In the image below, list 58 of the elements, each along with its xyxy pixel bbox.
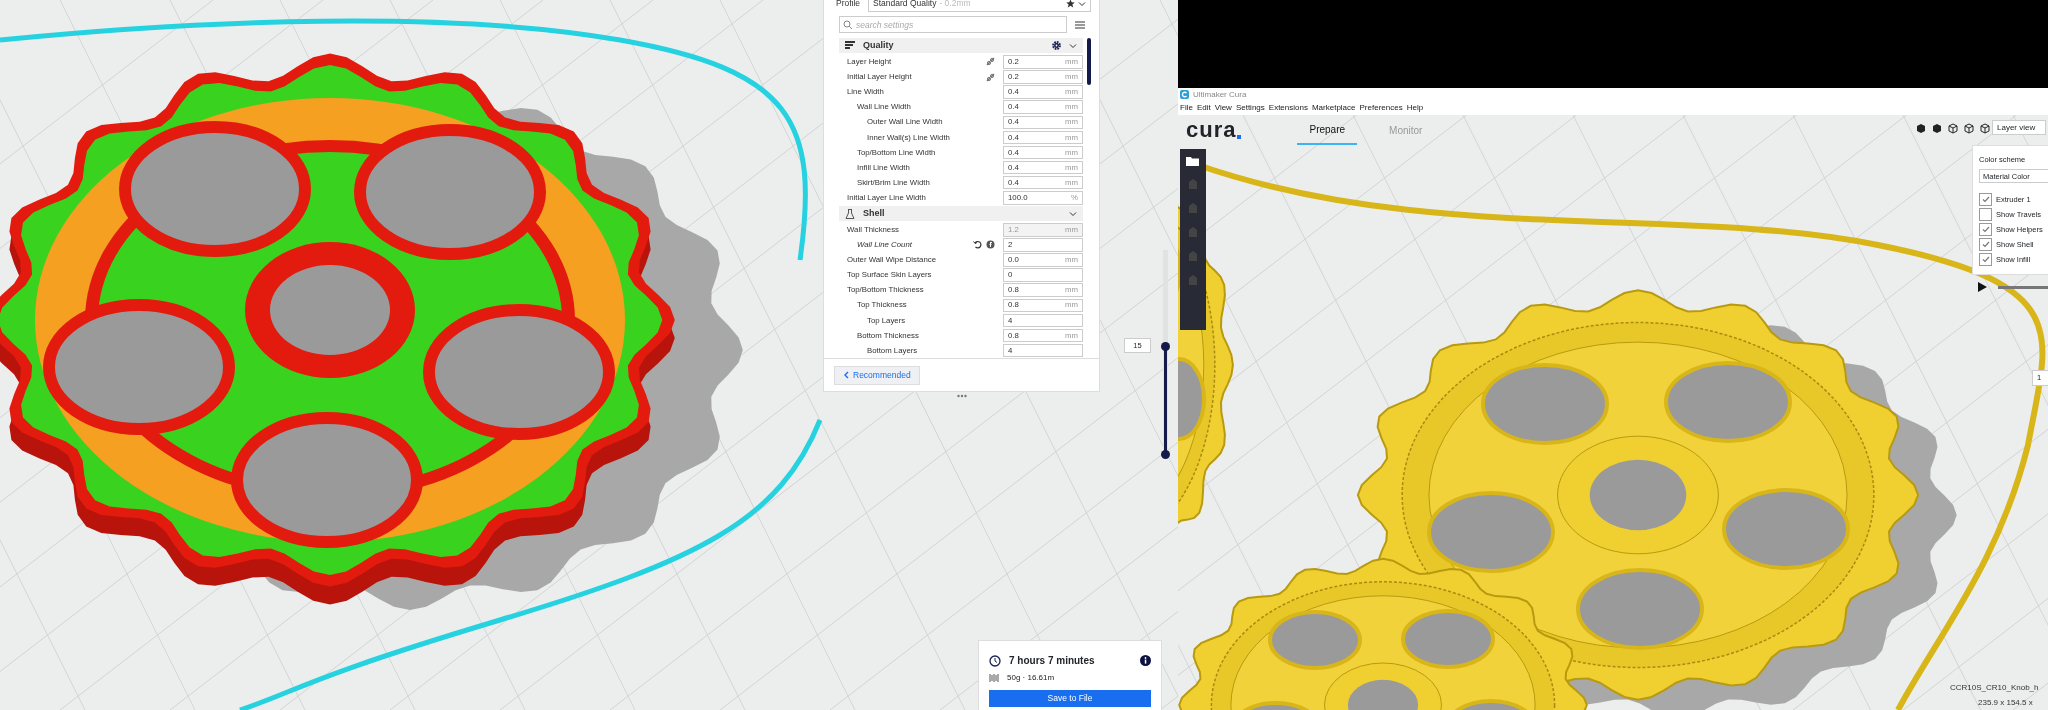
logo-text: cura bbox=[1186, 119, 1237, 141]
menu-item[interactable]: View bbox=[1214, 102, 1232, 114]
menu-icon[interactable] bbox=[1075, 20, 1085, 29]
search-icon bbox=[843, 20, 853, 31]
checkbox[interactable] bbox=[1979, 208, 1992, 222]
checkbox[interactable] bbox=[1979, 238, 1992, 252]
chevron-left-icon bbox=[843, 371, 849, 380]
profile-label: Profile bbox=[836, 0, 861, 11]
clock-icon bbox=[989, 654, 1001, 667]
menu-item[interactable]: Edit bbox=[1196, 102, 1211, 114]
view-cube-icon[interactable] bbox=[1964, 123, 1974, 134]
view-cube-icon[interactable] bbox=[1948, 123, 1958, 134]
flask-icon bbox=[845, 208, 855, 219]
layer-slider-track[interactable] bbox=[1998, 286, 2048, 289]
reset-icon[interactable] bbox=[973, 240, 982, 250]
stage-tab[interactable]: Prepare bbox=[1297, 115, 1358, 145]
menu-item[interactable]: Extensions bbox=[1268, 102, 1308, 114]
spool-icon bbox=[989, 673, 999, 683]
star-icon bbox=[1066, 0, 1075, 9]
search-field[interactable]: search settings bbox=[839, 16, 1067, 34]
info-icon[interactable] bbox=[1140, 655, 1151, 666]
resize-handle-icon[interactable] bbox=[957, 394, 967, 398]
chevron-down-icon bbox=[1078, 0, 1086, 8]
lines-icon bbox=[845, 40, 855, 51]
chevron-down-icon bbox=[1069, 209, 1077, 218]
scrollbar[interactable] bbox=[1087, 38, 1091, 86]
menu-item[interactable]: Preferences bbox=[1359, 102, 1403, 114]
view-cube-icon[interactable] bbox=[1932, 123, 1942, 134]
object-dimensions: 235.9 x 154.5 x bbox=[1978, 697, 2033, 709]
checkmark-icon bbox=[1981, 196, 1990, 204]
object-name: CCR10S_CR10_Knob_h bbox=[1950, 682, 2039, 694]
profile-dropdown[interactable]: Standard Quality - 0.2mm bbox=[868, 0, 1091, 12]
menu-item[interactable]: Help bbox=[1406, 102, 1424, 114]
menu-item[interactable]: File bbox=[1180, 102, 1193, 114]
view-type-dropdown[interactable]: Layer view bbox=[1992, 120, 2046, 135]
link-icon bbox=[986, 72, 995, 82]
checkbox[interactable] bbox=[1979, 253, 1992, 267]
print-time: 7 hours 7 minutes bbox=[1009, 654, 1095, 668]
view-cube-icon[interactable] bbox=[1980, 123, 1990, 134]
menu-item[interactable]: Marketplace bbox=[1311, 102, 1356, 114]
window-title: Ultimaker Cura bbox=[1193, 88, 1247, 101]
material-usage: 50g · 16.61m bbox=[1007, 672, 1055, 684]
slider-handle[interactable] bbox=[1161, 450, 1170, 459]
menu-item[interactable]: Settings bbox=[1235, 102, 1265, 114]
category-header[interactable]: Quality bbox=[839, 38, 1083, 54]
folder-icon[interactable] bbox=[1186, 155, 1200, 166]
checkbox[interactable] bbox=[1979, 193, 1992, 207]
chevron-down-icon bbox=[1069, 41, 1077, 50]
link-icon bbox=[986, 57, 995, 67]
function-icon bbox=[986, 240, 995, 250]
category-header[interactable]: Shell bbox=[839, 206, 1083, 222]
checkbox[interactable] bbox=[1979, 223, 1992, 237]
play-icon[interactable] bbox=[1978, 282, 1987, 292]
slider-handle[interactable] bbox=[1161, 342, 1170, 352]
settings-icon bbox=[1052, 41, 1061, 51]
recommended-button[interactable]: Recommended bbox=[834, 365, 920, 385]
view-cube-icon[interactable] bbox=[1916, 123, 1926, 134]
save-to-file-button[interactable]: Save to File bbox=[989, 690, 1151, 707]
